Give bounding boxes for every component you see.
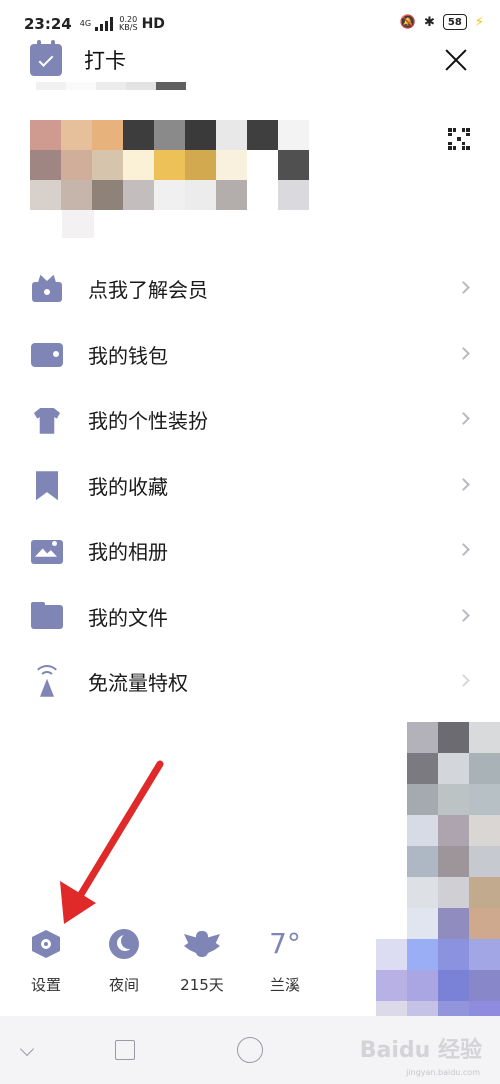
recent-apps-icon[interactable] <box>115 1040 135 1060</box>
home-icon[interactable] <box>237 1037 263 1063</box>
back-icon[interactable] <box>19 1041 35 1057</box>
system-navigation-bar: Baidu 经验 jingyan.baidu.com <box>0 1016 500 1084</box>
watermark-url: jingyan.baidu.com <box>406 1068 480 1077</box>
watermark-logo: Baidu 经验 <box>359 1038 482 1063</box>
annotation-arrow <box>60 760 164 924</box>
